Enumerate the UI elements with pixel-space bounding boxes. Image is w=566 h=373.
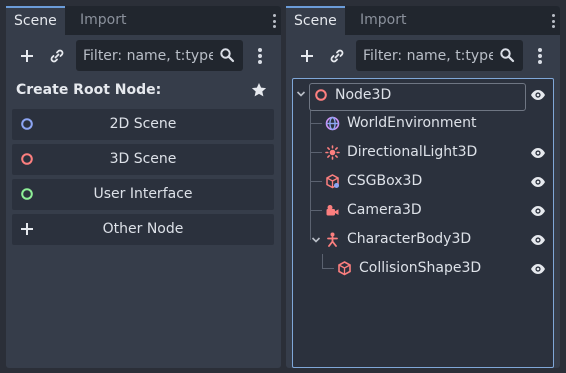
dock-menu-icon[interactable] [550,12,556,30]
star-icon[interactable] [251,82,267,98]
instantiate-scene-button[interactable] [44,42,70,70]
user-interface-button[interactable]: User Interface [12,179,274,210]
plus-icon [301,50,313,62]
filter-input[interactable] [83,40,213,71]
scene-dock-right: Scene Import Node3D [286,6,560,368]
tree-item-label: Node3D [335,87,392,103]
tree-item-worldenvironment[interactable]: WorldEnvironment [293,109,553,138]
node3d-icon [315,89,327,101]
instantiate-scene-button[interactable] [324,42,350,70]
character-body-icon [327,232,338,247]
tree-item-label: CollisionShape3D [359,260,482,276]
tree-item-csgbox3d[interactable]: CSGBox3D [293,167,553,196]
chevron-down-icon[interactable] [311,235,321,245]
scene-tree: Node3D WorldEnvironment DirectionalLight… [292,78,554,368]
filter-field[interactable] [356,40,523,71]
add-node-button[interactable] [14,42,40,70]
3d-scene-button[interactable]: 3D Scene [12,144,274,175]
visibility-eye-icon[interactable] [530,175,546,189]
tab-import[interactable]: Import [352,6,414,35]
2d-scene-label: 2D Scene [109,116,177,132]
visibility-eye-icon[interactable] [530,204,546,218]
dock-tab-bar: Scene Import [286,6,560,35]
scene-dock-left: Scene Import Create Root Node: 2D Scene … [6,6,281,368]
visibility-eye-icon[interactable] [530,146,546,160]
collision-shape-icon [338,261,351,276]
search-icon [500,48,515,63]
world-environment-icon [325,116,340,131]
visibility-eye-icon[interactable] [530,88,546,102]
2d-scene-button[interactable]: 2D Scene [12,109,274,140]
link-icon [50,49,64,63]
tree-item-characterbody3d[interactable]: CharacterBody3D [293,225,553,254]
tree-item-camera3d[interactable]: Camera3D [293,196,553,225]
search-icon [220,48,235,63]
filter-field[interactable] [76,40,243,71]
tab-scene[interactable]: Scene [286,6,345,35]
add-node-button[interactable] [294,42,320,70]
tree-item-label: WorldEnvironment [347,115,477,131]
csg-box-icon [326,174,339,189]
tree-item-collisionshape3d[interactable]: CollisionShape3D [293,254,553,283]
create-root-node-title: Create Root Node: [16,82,162,98]
tree-item-label: CharacterBody3D [347,231,472,247]
chevron-down-icon[interactable] [296,89,306,99]
filter-input[interactable] [363,40,493,71]
other-node-label: Other Node [102,221,184,237]
user-interface-label: User Interface [93,186,193,202]
dock-menu-icon[interactable] [271,12,277,30]
visibility-eye-icon[interactable] [530,233,546,247]
tab-import[interactable]: Import [72,6,134,35]
scene-menu-icon[interactable] [536,46,544,66]
3d-scene-label: 3D Scene [109,151,177,167]
directional-light-icon [325,145,340,160]
other-node-button[interactable]: Other Node [12,214,274,245]
tab-scene[interactable]: Scene [6,6,65,35]
plus-icon [21,50,33,62]
tree-item-directionallight3d[interactable]: DirectionalLight3D [293,138,553,167]
tree-item-label: CSGBox3D [347,173,423,189]
scene-menu-icon[interactable] [256,46,264,66]
visibility-eye-icon[interactable] [530,262,546,276]
tree-item-label: DirectionalLight3D [347,144,478,160]
dock-tab-bar: Scene Import [6,6,281,35]
tree-item-label: Camera3D [347,202,422,218]
tree-item-node3d[interactable]: Node3D [293,80,553,111]
link-icon [330,49,344,63]
camera-icon [326,205,339,216]
